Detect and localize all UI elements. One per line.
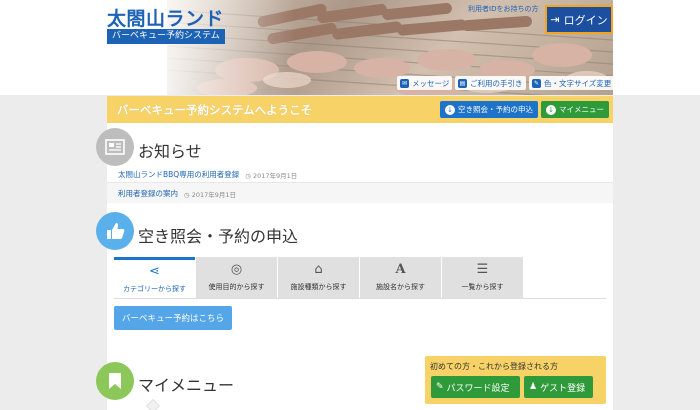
news-item[interactable]: 太閤山ランドBBQ専用の利用者登録 ◷ 2017年9月1日 xyxy=(118,169,297,180)
messages-label: メッセージ xyxy=(412,78,450,88)
vacancy-shortcut-label: 空き照会・予約の申込 xyxy=(458,105,533,114)
news-link[interactable]: 利用者登録の案内 xyxy=(118,188,178,199)
list-icon: ☰ xyxy=(476,262,489,277)
font-icon: A xyxy=(395,262,406,277)
welcome-text: バーベキュー予約システムへようこそ xyxy=(117,103,313,117)
tab-purpose[interactable]: ◎ 使用目的から探す xyxy=(196,257,277,298)
tab-facility-name[interactable]: A 施設名から探す xyxy=(360,257,441,298)
display-settings-label: 色・文字サイズ変更 xyxy=(544,78,612,88)
search-tabs: ⋖ カテゴリーから探す ◎ 使用目的から探す ⌂ 施設種類から探す A 施設名か… xyxy=(114,257,523,298)
compass-icon: ◎ xyxy=(230,262,243,277)
tab-label: 一覧から探す xyxy=(461,283,504,291)
tab-category[interactable]: ⋖ カテゴリーから探す xyxy=(114,257,195,298)
vacancy-shortcut-button[interactable]: ↓ 空き照会・予約の申込 xyxy=(440,101,538,118)
messages-button[interactable]: ✉ メッセージ xyxy=(397,76,453,90)
arrow-down-circle-icon: ↓ xyxy=(445,104,455,115)
tab-label: 使用目的から探す xyxy=(208,283,265,291)
arrow-down-circle-icon: ↓ xyxy=(546,104,556,115)
news-date: ◷ 2017年9月1日 xyxy=(245,171,298,180)
reservation-title: 空き照会・予約の申込 xyxy=(138,227,299,246)
password-setting-label: パスワード設定 xyxy=(446,383,510,394)
tab-label: 施設名から探す xyxy=(376,283,425,291)
first-time-box: 初めての方・これから登録される方 ✎ パスワード設定 ♟ ゲスト登録 xyxy=(425,356,606,404)
welcome-bar: バーベキュー予約システムへようこそ ↓ 空き照会・予約の申込 ↓ マイメニュー xyxy=(107,96,613,123)
news-item[interactable]: 利用者登録の案内 ◷ 2017年9月1日 xyxy=(118,188,236,199)
thumbs-up-icon xyxy=(96,212,134,250)
login-button[interactable]: ⇥ ログイン xyxy=(545,5,613,34)
news-title: お知らせ xyxy=(138,142,202,161)
tab-label: カテゴリーから探す xyxy=(123,284,186,293)
chat-icon: ✉ xyxy=(400,78,409,88)
bbq-reservation-button[interactable]: バーベキュー予約はこちら xyxy=(114,306,232,330)
guest-register-button[interactable]: ♟ ゲスト登録 xyxy=(524,376,593,398)
user-icon: ♟ xyxy=(529,382,538,392)
guest-register-label: ゲスト登録 xyxy=(540,383,586,394)
building-icon: ⌂ xyxy=(314,262,323,277)
book-icon: ▤ xyxy=(458,78,467,88)
password-setting-button[interactable]: ✎ パスワード設定 xyxy=(431,376,520,398)
header: 太閤山ランド バーベキュー予約システム 利用者IDをお持ちの方 ⇥ ログイン ✉… xyxy=(0,0,700,95)
system-subtitle: バーベキュー予約システム xyxy=(107,29,225,44)
first-time-caption: 初めての方・これから登録される方 xyxy=(430,362,558,371)
display-settings-button[interactable]: ✎ 色・文字サイズ変更 xyxy=(529,76,615,90)
user-id-link[interactable]: 利用者IDをお持ちの方 xyxy=(468,4,538,14)
site-title[interactable]: 太閤山ランド xyxy=(107,4,224,31)
mymenu-shortcut-button[interactable]: ↓ マイメニュー xyxy=(541,101,609,118)
guide-label: ご利用の手引き xyxy=(470,78,523,88)
mymenu-title: マイメニュー xyxy=(138,376,235,395)
bookmark-icon xyxy=(96,362,134,400)
brush-icon: ✎ xyxy=(532,78,541,88)
tab-label: 施設種類から探す xyxy=(290,283,347,291)
login-icon: ⇥ xyxy=(550,13,560,26)
pencil-icon: ✎ xyxy=(436,382,444,392)
guide-button[interactable]: ▤ ご利用の手引き xyxy=(455,76,526,90)
tab-list[interactable]: ☰ 一覧から探す xyxy=(442,257,523,298)
news-link[interactable]: 太閤山ランドBBQ専用の利用者登録 xyxy=(118,169,239,180)
newspaper-icon xyxy=(96,128,134,166)
news-date: ◷ 2017年9月1日 xyxy=(184,190,237,199)
tabs-divider xyxy=(114,298,606,299)
share-icon: ⋖ xyxy=(149,263,160,279)
login-label: ログイン xyxy=(563,13,608,27)
tab-facility-type[interactable]: ⌂ 施設種類から探す xyxy=(278,257,359,298)
mymenu-shortcut-label: マイメニュー xyxy=(559,105,604,114)
